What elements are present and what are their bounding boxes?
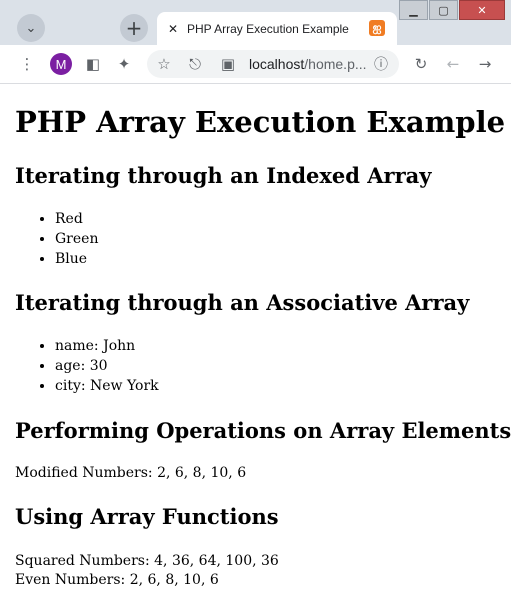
side-panel-icon[interactable]: ◧	[82, 53, 104, 75]
modified-numbers: Modified Numbers: 2, 6, 8, 10, 6	[15, 465, 247, 481]
back-arrow-icon[interactable]: ←	[442, 53, 464, 75]
address-bar[interactable]: ☆ ⎋ ▣ localhost/home.p... ⓘ	[147, 50, 399, 78]
page-title: PHP Array Execution Example	[15, 105, 506, 139]
url-host: localhost	[249, 56, 305, 72]
close-icon[interactable]: ✕	[166, 22, 180, 36]
maximize-button[interactable]: ▢	[429, 0, 458, 20]
new-tab-button[interactable]: +	[120, 14, 148, 42]
info-icon[interactable]: ⓘ	[370, 53, 392, 75]
chevron-down-icon: ⌄	[25, 20, 37, 36]
more-menu-icon[interactable]: ⋮	[16, 53, 38, 75]
plus-icon: +	[125, 16, 143, 40]
operations-heading: Performing Operations on Array Elements	[15, 418, 511, 443]
url-path: /home.p...	[304, 56, 367, 72]
indexed-list: Red Green Blue	[15, 209, 98, 269]
browser-toolbar: ⋮ M ◧ ✦ ☆ ⎋ ▣ localhost/home.p... ⓘ ↻ ← …	[0, 45, 511, 84]
window-controls: ▁ ▢ ✕	[398, 0, 505, 22]
list-item: name: John	[55, 336, 159, 356]
site-info-icon[interactable]: ▣	[217, 53, 239, 75]
avatar-letter: M	[55, 56, 67, 72]
list-item: age: 30	[55, 356, 159, 376]
close-window-button[interactable]: ✕	[459, 0, 505, 20]
functions-heading: Using Array Functions	[15, 504, 279, 529]
share-icon[interactable]: ⎋	[184, 53, 206, 75]
squared-numbers: Squared Numbers: 4, 36, 64, 100, 36	[15, 553, 279, 569]
list-item: city: New York	[55, 376, 159, 396]
maximize-icon: ▢	[438, 3, 449, 17]
indexed-heading: Iterating through an Indexed Array	[15, 163, 432, 188]
list-item: Blue	[55, 249, 98, 269]
list-item: Red	[55, 209, 98, 229]
xampp-favicon-icon: ஐ	[369, 20, 385, 36]
associative-heading: Iterating through an Associative Array	[15, 290, 470, 315]
close-window-icon: ✕	[477, 3, 487, 17]
extensions-icon[interactable]: ✦	[113, 53, 135, 75]
tab-search-button[interactable]: ⌄	[17, 14, 45, 42]
minimize-button[interactable]: ▁	[399, 0, 428, 20]
minimize-icon: ▁	[409, 3, 418, 17]
url-text[interactable]: localhost/home.p...	[249, 56, 367, 72]
forward-arrow-icon[interactable]: →	[474, 53, 496, 75]
associative-list: name: John age: 30 city: New York	[15, 336, 159, 396]
bookmark-star-icon[interactable]: ☆	[153, 53, 175, 75]
list-item: Green	[55, 229, 98, 249]
reload-icon[interactable]: ↻	[410, 53, 432, 75]
even-numbers: Even Numbers: 2, 6, 8, 10, 6	[15, 572, 219, 588]
tab-title: PHP Array Execution Example	[187, 21, 349, 36]
active-tab[interactable]: ✕ PHP Array Execution Example ஐ	[157, 12, 397, 45]
browser-window: ⌄ + ✕ PHP Array Execution Example ஐ ▁ ▢ …	[0, 0, 511, 598]
page-content: PHP Array Execution Example Iterating th…	[0, 84, 511, 598]
tab-strip: ⌄ + ✕ PHP Array Execution Example ஐ ▁ ▢ …	[0, 0, 511, 45]
avatar[interactable]: M	[50, 53, 72, 75]
